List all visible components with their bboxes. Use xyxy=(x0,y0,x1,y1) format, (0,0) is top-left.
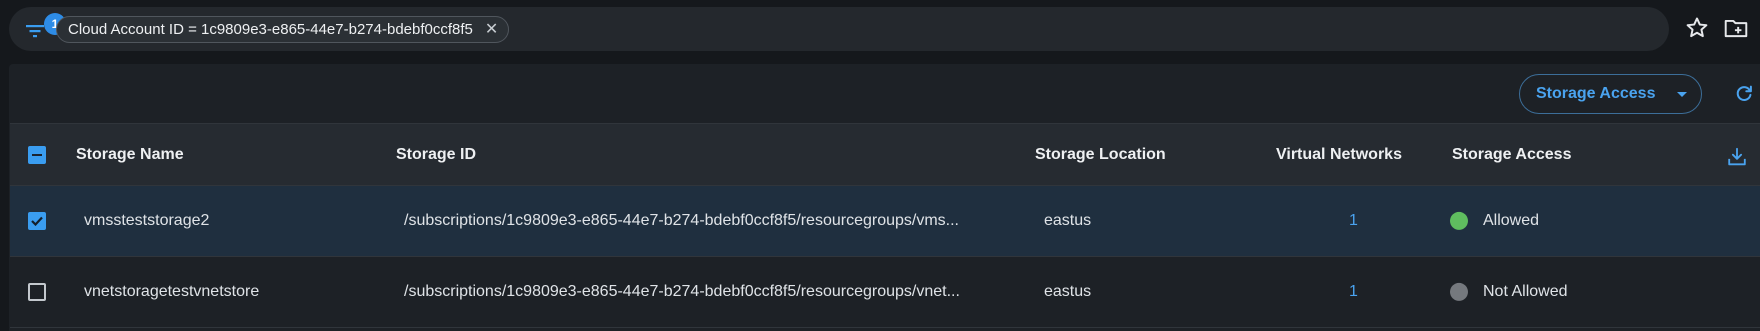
storage-access-dropdown-label: Storage Access xyxy=(1536,85,1656,102)
virtual-networks-link[interactable]: 1 xyxy=(1349,283,1358,301)
table-header: Storage Name Storage ID Storage Location… xyxy=(10,123,1760,186)
folder-add-icon[interactable] xyxy=(1723,15,1749,41)
refresh-icon[interactable] xyxy=(1733,83,1755,105)
column-header-storage-access[interactable]: Storage Access xyxy=(1452,146,1571,164)
storage-access-status: Not Allowed xyxy=(1483,283,1568,301)
row-checkbox[interactable] xyxy=(28,212,46,230)
storage-table: Storage Name Storage ID Storage Location… xyxy=(10,123,1760,328)
column-header-storage-name[interactable]: Storage Name xyxy=(76,146,184,164)
row-checkbox[interactable] xyxy=(28,283,46,301)
filter-button[interactable]: 1 xyxy=(21,13,66,45)
checkmark-icon xyxy=(31,216,43,226)
table-row[interactable]: vmssteststorage2 /subscriptions/1c9809e3… xyxy=(10,186,1760,257)
filter-icon xyxy=(26,25,44,38)
storage-location-cell: eastus xyxy=(1044,283,1092,300)
table-row[interactable]: vnetstoragetestvnetstore /subscriptions/… xyxy=(10,257,1760,328)
storage-name-cell: vnetstoragetestvnetstore xyxy=(84,283,260,300)
storage-id-cell: /subscriptions/1c9809e3-e865-44e7-b274-b… xyxy=(404,283,960,300)
storage-access-cell: Not Allowed xyxy=(1450,282,1568,301)
select-all-checkbox[interactable] xyxy=(28,145,46,164)
close-icon[interactable]: ✕ xyxy=(485,21,498,38)
column-header-virtual-networks[interactable]: Virtual Networks xyxy=(1276,146,1402,164)
column-header-storage-location[interactable]: Storage Location xyxy=(1035,146,1166,164)
chevron-down-icon xyxy=(1677,91,1688,97)
star-icon[interactable] xyxy=(1684,15,1710,41)
storage-access-status: Allowed xyxy=(1483,212,1540,230)
filter-chip[interactable]: Cloud Account ID = 1c9809e3-e865-44e7-b2… xyxy=(56,16,510,43)
filter-bar: 1 Cloud Account ID = 1c9809e3-e865-44e7-… xyxy=(9,7,1669,51)
storage-location-cell: eastus xyxy=(1044,212,1092,229)
status-dot-icon xyxy=(1450,211,1468,230)
storage-name-cell: vmssteststorage2 xyxy=(84,212,210,229)
download-icon[interactable] xyxy=(1726,146,1748,168)
column-header-storage-id[interactable]: Storage ID xyxy=(396,146,476,164)
filter-chip-label: Cloud Account ID = 1c9809e3-e865-44e7-b2… xyxy=(68,21,473,38)
storage-access-dropdown[interactable]: Storage Access xyxy=(1519,74,1702,114)
storage-access-cell: Allowed xyxy=(1450,211,1540,230)
storage-id-cell: /subscriptions/1c9809e3-e865-44e7-b274-b… xyxy=(404,212,959,229)
virtual-networks-link[interactable]: 1 xyxy=(1349,212,1358,230)
status-dot-icon xyxy=(1450,282,1468,301)
